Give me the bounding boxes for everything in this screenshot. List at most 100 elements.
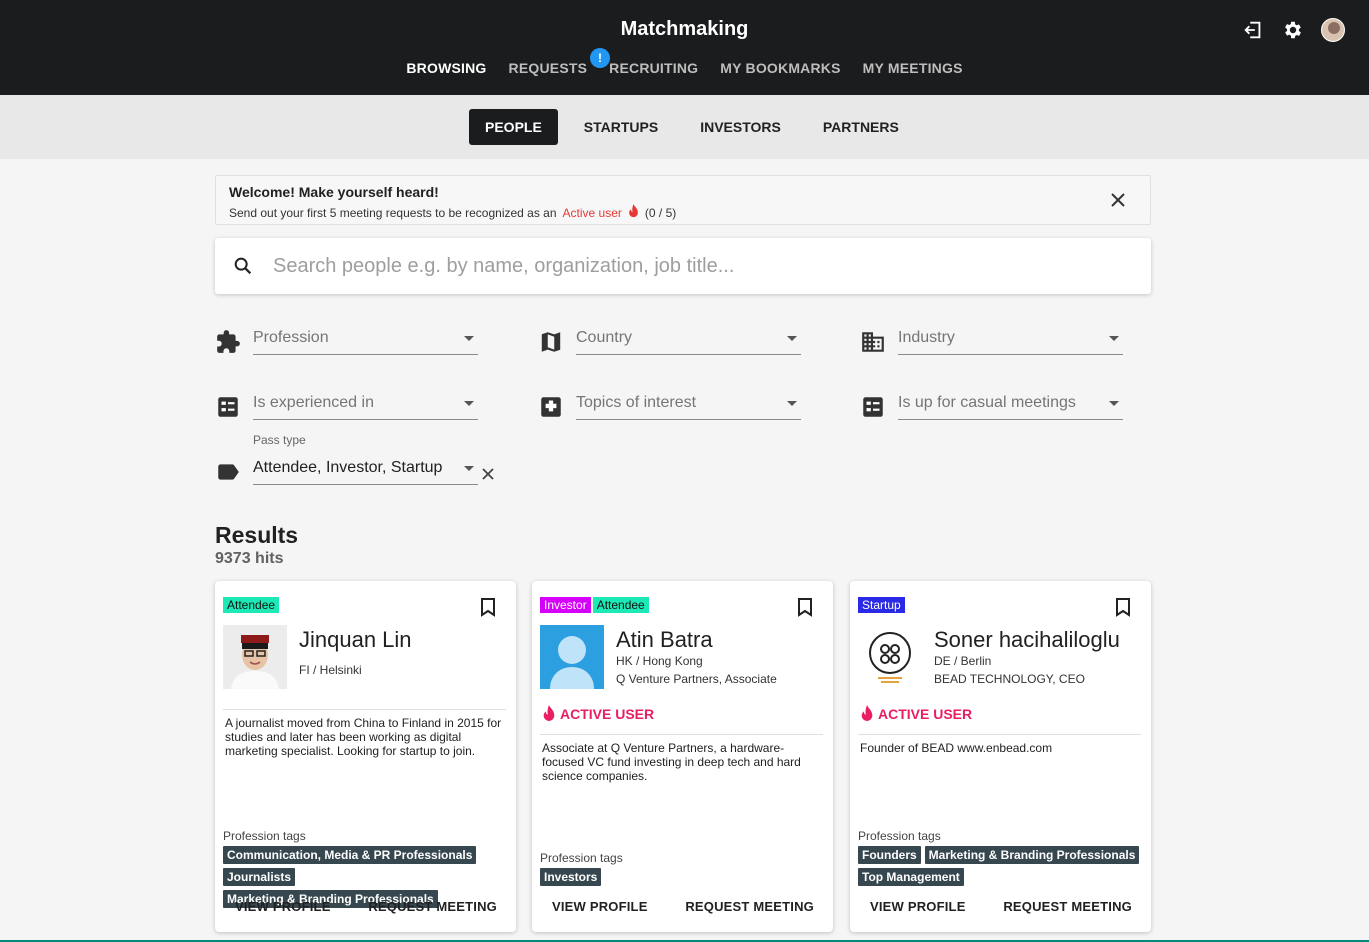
nav-browsing[interactable]: BROWSING bbox=[395, 60, 497, 76]
profession-chip: Top Management bbox=[858, 868, 964, 886]
industry-value: Industry bbox=[898, 329, 955, 346]
profession-chip: Marketing & Branding Professionals bbox=[924, 846, 1140, 864]
active-user-indicator: ACTIVE USER bbox=[542, 705, 654, 722]
profession-chip: Journalists bbox=[223, 868, 296, 886]
topics-filter: Topics of interest bbox=[538, 388, 803, 424]
nav-requests[interactable]: REQUESTS ! bbox=[498, 48, 611, 76]
banner-text: Send out your first 5 meeting requests t… bbox=[229, 204, 676, 221]
profession-select[interactable]: Profession bbox=[253, 323, 478, 355]
profession-tags-label: Profession tags bbox=[858, 829, 941, 843]
topics-select[interactable]: Topics of interest bbox=[576, 388, 801, 420]
top-bar: Matchmaking BROWSING REQUESTS ! RECRUITI… bbox=[0, 0, 1369, 95]
user-avatar[interactable] bbox=[1321, 18, 1345, 42]
category-bar: PEOPLE STARTUPS INVESTORS PARTNERS bbox=[0, 95, 1369, 159]
pass-type-select[interactable]: Attendee, Investor, Startup bbox=[253, 453, 478, 485]
profession-chip: Founders bbox=[858, 846, 921, 864]
profession-tags-label: Profession tags bbox=[540, 851, 623, 865]
banner-title: Welcome! Make yourself heard! bbox=[229, 184, 439, 200]
pass-tag-startup: Startup bbox=[858, 597, 905, 613]
country-select[interactable]: Country bbox=[576, 323, 801, 355]
nav-recruiting[interactable]: RECRUITING bbox=[598, 60, 709, 76]
active-user-label: ACTIVE USER bbox=[560, 705, 655, 722]
clear-icon[interactable] bbox=[481, 467, 495, 481]
pass-tags: Investor Attendee bbox=[540, 597, 649, 613]
divider bbox=[540, 734, 823, 735]
person-card: Startup Soner hacihaliloglu DE / Berlin … bbox=[850, 581, 1151, 932]
logout-icon[interactable] bbox=[1241, 18, 1265, 42]
flame-icon bbox=[543, 705, 555, 721]
view-profile-button[interactable]: VIEW PROFILE bbox=[870, 899, 966, 914]
country-filter: Country bbox=[538, 323, 803, 359]
person-name: Atin Batra bbox=[616, 627, 713, 652]
active-user-label: ACTIVE USER bbox=[878, 705, 973, 722]
profile-photo bbox=[540, 625, 604, 689]
profession-tags: Investors bbox=[540, 868, 825, 886]
card-actions: VIEW PROFILE REQUEST MEETING bbox=[850, 899, 1151, 914]
profession-chip: Communication, Media & PR Professionals bbox=[223, 846, 477, 864]
experience-value: Is experienced in bbox=[253, 394, 374, 411]
checklist-icon bbox=[860, 394, 886, 420]
person-bio: Founder of BEAD www.enbead.com bbox=[860, 741, 1053, 755]
request-meeting-button[interactable]: REQUEST MEETING bbox=[685, 899, 814, 914]
topics-icon bbox=[538, 394, 564, 420]
profession-tags: Founders Marketing & Branding Profession… bbox=[858, 846, 1143, 886]
header-actions bbox=[1241, 18, 1345, 42]
chevron-down-icon bbox=[787, 336, 797, 341]
pass-type-filter: Pass type Attendee, Investor, Startup bbox=[215, 433, 494, 489]
banner-message: Send out your first 5 meeting requests t… bbox=[229, 205, 557, 220]
person-card: Attendee Jinquan Lin FI / Helsinki A jou… bbox=[215, 581, 516, 932]
request-meeting-button[interactable]: REQUEST MEETING bbox=[1003, 899, 1132, 914]
chevron-down-icon bbox=[787, 401, 797, 406]
flame-icon bbox=[628, 204, 639, 221]
topics-value: Topics of interest bbox=[576, 394, 697, 411]
pass-type-value: Attendee, Investor, Startup bbox=[253, 459, 443, 476]
pass-tag-attendee: Attendee bbox=[223, 597, 280, 613]
results-title: Results bbox=[215, 522, 299, 548]
map-icon bbox=[538, 329, 564, 355]
bookmark-icon[interactable] bbox=[1114, 597, 1132, 617]
industry-select[interactable]: Industry bbox=[898, 323, 1123, 355]
chevron-down-icon bbox=[1109, 336, 1119, 341]
company-logo bbox=[858, 625, 922, 689]
card-actions: VIEW PROFILE REQUEST MEETING bbox=[532, 899, 833, 914]
divider bbox=[223, 709, 506, 710]
tab-investors[interactable]: INVESTORS bbox=[684, 109, 797, 145]
person-bio: A journalist moved from China to Finland… bbox=[225, 716, 502, 758]
casual-meetings-select[interactable]: Is up for casual meetings bbox=[898, 388, 1123, 420]
nav-requests-label: REQUESTS bbox=[508, 60, 588, 76]
results-count: 9373 hits bbox=[215, 550, 284, 567]
chevron-down-icon bbox=[464, 466, 474, 471]
settings-icon[interactable] bbox=[1281, 18, 1305, 42]
experience-filter: Is experienced in bbox=[215, 388, 480, 424]
tab-partners[interactable]: PARTNERS bbox=[807, 109, 915, 145]
country-value: Country bbox=[576, 329, 633, 346]
chevron-down-icon bbox=[464, 401, 474, 406]
tab-startups[interactable]: STARTUPS bbox=[568, 109, 674, 145]
request-meeting-button[interactable]: REQUEST MEETING bbox=[368, 899, 497, 914]
label-icon bbox=[215, 459, 241, 485]
profession-tags-label: Profession tags bbox=[223, 829, 306, 843]
chevron-down-icon bbox=[1109, 401, 1119, 406]
app-title: Matchmaking bbox=[620, 18, 749, 40]
pass-tag-investor: Investor bbox=[540, 597, 591, 613]
pass-tag-attendee: Attendee bbox=[592, 597, 649, 613]
puzzle-icon bbox=[215, 329, 241, 355]
search-icon bbox=[232, 255, 254, 277]
nav-my-bookmarks[interactable]: MY BOOKMARKS bbox=[709, 60, 851, 76]
nav-my-meetings[interactable]: MY MEETINGS bbox=[852, 60, 974, 76]
view-profile-button[interactable]: VIEW PROFILE bbox=[552, 899, 648, 914]
bookmark-icon[interactable] bbox=[479, 597, 497, 617]
welcome-banner: Welcome! Make yourself heard! Send out y… bbox=[215, 175, 1151, 225]
building-icon bbox=[860, 329, 886, 355]
active-user-highlight: Active user bbox=[562, 205, 622, 220]
person-organization: BEAD TECHNOLOGY, CEO bbox=[934, 672, 1085, 686]
close-icon[interactable] bbox=[1108, 190, 1128, 210]
person-location: DE / Berlin bbox=[934, 654, 992, 668]
view-profile-button[interactable]: VIEW PROFILE bbox=[235, 899, 331, 914]
search-input[interactable] bbox=[273, 252, 1133, 280]
bookmark-icon[interactable] bbox=[796, 597, 814, 617]
tab-people[interactable]: PEOPLE bbox=[469, 109, 558, 145]
profession-filter: Profession bbox=[215, 323, 480, 359]
experience-select[interactable]: Is experienced in bbox=[253, 388, 478, 420]
card-actions: VIEW PROFILE REQUEST MEETING bbox=[215, 899, 516, 914]
